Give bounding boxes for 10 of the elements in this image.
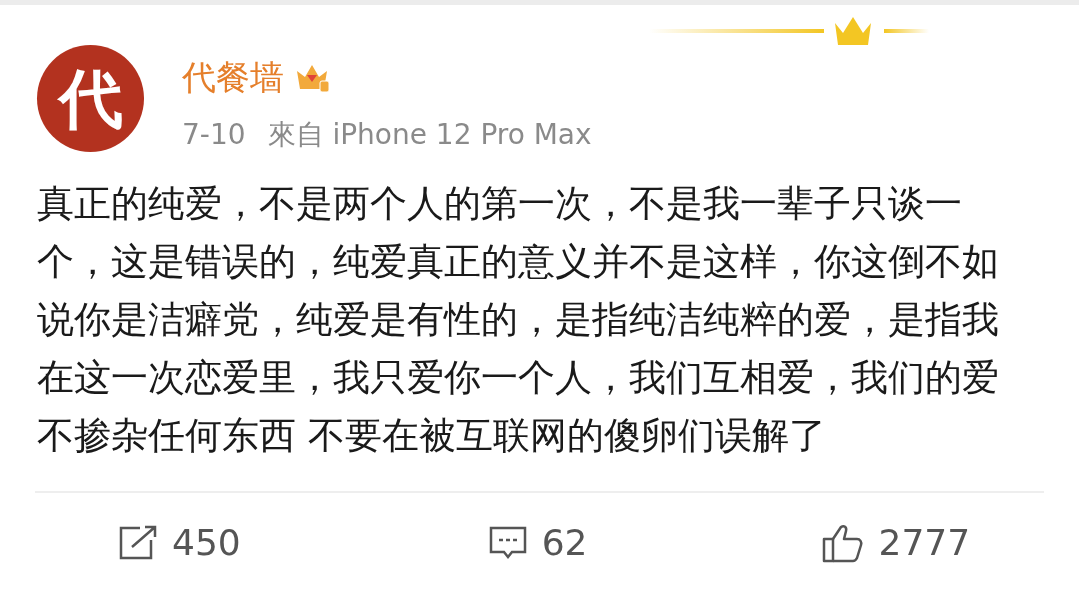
post-date: 7-10 [182,117,246,153]
repost-button[interactable]: 450 [118,516,241,570]
avatar[interactable]: 代 [37,45,144,152]
post-source: 來自 iPhone 12 Pro Max [267,117,592,153]
comment-button[interactable]: 62 [487,516,588,570]
comment-icon [487,525,528,561]
share-icon [118,525,158,561]
like-button[interactable]: 2777 [820,516,971,570]
post-text: 真正的纯爱，不是两个人的第一次，不是我一辈子只谈一个，这是错误的，纯爱真正的意义并不是这样，你这倒不如说你是洁癖党，纯爱是有性的，是指纯洁纯粹的爱，是指我在这一次恋爱里，我只爱你一个人，我们互相爱，我们的爱不掺杂任何东西 不要在被互联网的傻卵们误解了 [37,181,1000,459]
thumbs-up-icon [820,523,865,563]
